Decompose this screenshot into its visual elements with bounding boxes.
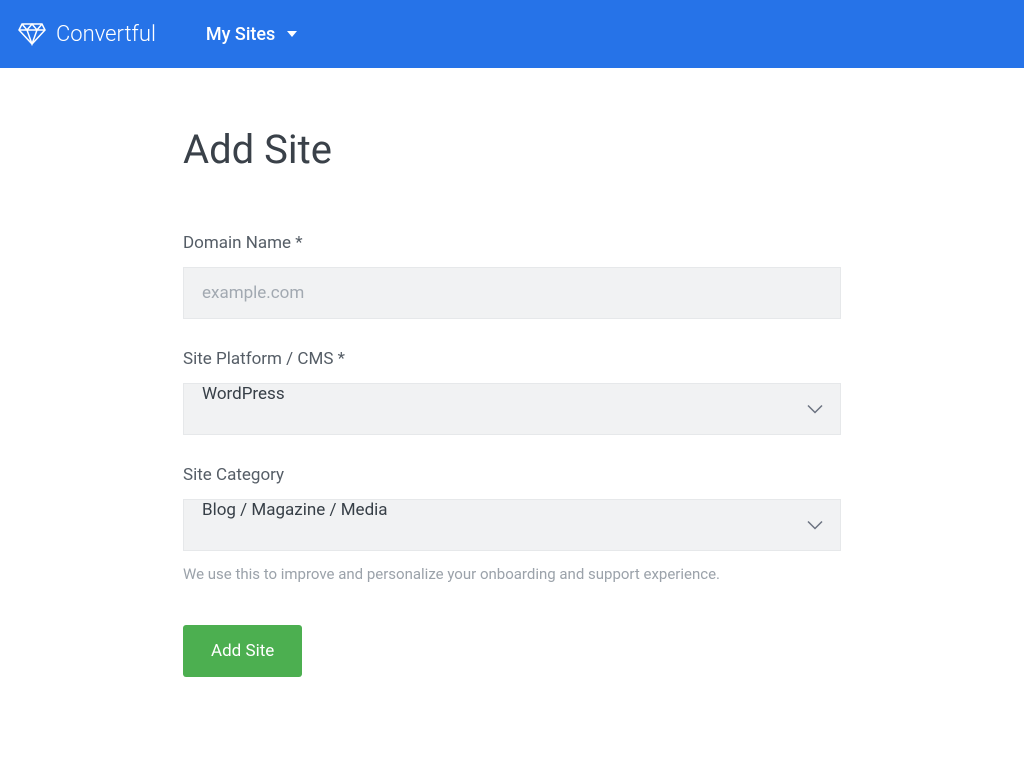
header: Convertful My Sites bbox=[0, 0, 1024, 68]
brand-logo[interactable]: Convertful bbox=[18, 22, 156, 47]
caret-down-icon bbox=[287, 31, 297, 37]
nav-my-sites[interactable]: My Sites bbox=[206, 24, 297, 45]
brand-name: Convertful bbox=[56, 22, 156, 47]
platform-group: Site Platform / CMS * WordPress bbox=[183, 349, 841, 435]
domain-name-label: Domain Name * bbox=[183, 233, 841, 253]
category-label: Site Category bbox=[183, 465, 841, 485]
platform-label: Site Platform / CMS * bbox=[183, 349, 841, 369]
category-select[interactable]: Blog / Magazine / Media bbox=[183, 499, 841, 551]
category-group: Site Category Blog / Magazine / Media We… bbox=[183, 465, 841, 583]
domain-name-input[interactable] bbox=[183, 267, 841, 319]
add-site-button[interactable]: Add Site bbox=[183, 625, 302, 677]
diamond-icon bbox=[18, 22, 46, 46]
platform-select[interactable]: WordPress bbox=[183, 383, 841, 435]
category-help-text: We use this to improve and personalize y… bbox=[183, 565, 841, 583]
page-title: Add Site bbox=[183, 126, 841, 173]
domain-name-group: Domain Name * bbox=[183, 233, 841, 319]
nav-my-sites-label: My Sites bbox=[206, 24, 275, 45]
main-content: Add Site Domain Name * Site Platform / C… bbox=[183, 68, 841, 677]
